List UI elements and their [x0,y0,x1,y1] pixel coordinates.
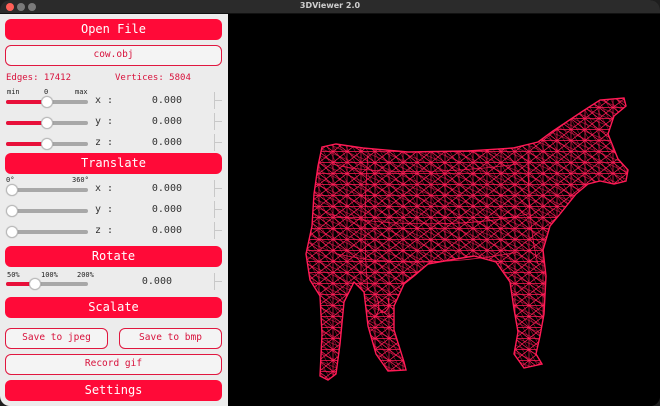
translate-max-label: max [75,88,88,96]
translate-z-stepper[interactable] [214,134,223,151]
slider-thumb[interactable] [6,184,18,196]
rotate-x-slider[interactable] [6,184,88,196]
vertices-count: Vertices: 5804 [115,73,191,83]
save-bmp-button[interactable]: Save to bmp [119,328,222,349]
translate-z-value[interactable]: 0.000 [122,137,182,148]
rotate-y-slider[interactable] [6,205,88,217]
translate-z-label: z : [95,137,114,148]
translate-z-slider[interactable] [6,138,88,150]
translate-x-stepper[interactable] [214,92,223,109]
translate-x-slider[interactable] [6,96,88,108]
rotate-y-value[interactable]: 0.000 [122,204,182,215]
save-jpeg-button[interactable]: Save to jpeg [5,328,108,349]
rotate-x-value[interactable]: 0.000 [122,183,182,194]
edges-count: Edges: 17412 [6,73,72,83]
slider-thumb[interactable] [6,205,18,217]
rotate-z-value[interactable]: 0.000 [122,225,182,236]
slider-track [6,230,88,234]
translate-mid-label: 0 [44,88,49,96]
3d-viewport[interactable] [228,14,660,406]
translate-x-value[interactable]: 0.000 [122,95,182,106]
open-file-button[interactable]: Open File [5,19,222,40]
rotate-z-stepper[interactable] [214,222,223,239]
rotate-z-slider[interactable] [6,226,88,238]
title-bar: 3DViewer 2.0 [0,0,660,14]
rotate-max-label: 360° [72,176,89,184]
translate-y-value[interactable]: 0.000 [122,116,182,127]
translate-x-label: x : [95,95,114,106]
slider-thumb[interactable] [29,278,42,290]
slider-thumb[interactable] [41,117,53,129]
control-panel: Open File cow.obj Edges: 17412 Vertices:… [0,14,228,406]
rotate-x-stepper[interactable] [214,180,223,197]
scale-value[interactable]: 0.000 [112,276,172,287]
translate-y-stepper[interactable] [214,113,223,130]
rotate-z-label: z : [95,225,114,236]
record-gif-button[interactable]: Record gif [5,354,222,375]
app-window: 3DViewer 2.0 Open File cow.obj Edges: 17… [0,0,660,406]
slider-thumb[interactable] [41,96,53,108]
translate-y-label: y : [95,116,114,127]
slider-thumb[interactable] [6,226,18,238]
scale-slider[interactable] [6,278,88,290]
translate-button[interactable]: Translate [5,153,222,174]
rotate-button[interactable]: Rotate [5,246,222,267]
rotate-min-label: 0° [6,176,15,184]
rotate-y-label: y : [95,204,114,215]
cow-wireframe [305,97,629,381]
slider-thumb[interactable] [41,138,53,150]
slider-track [6,188,88,192]
window-title: 3DViewer 2.0 [299,1,361,10]
translate-min-label: min [7,88,20,96]
filename-field[interactable]: cow.obj [5,45,222,66]
scalate-button[interactable]: Scalate [5,297,222,318]
scale-stepper[interactable] [214,273,223,290]
wireframe-model [305,97,629,381]
rotate-x-label: x : [95,183,114,194]
slider-track [6,209,88,213]
rotate-y-stepper[interactable] [214,201,223,218]
translate-y-slider[interactable] [6,117,88,129]
settings-button[interactable]: Settings [5,380,222,401]
